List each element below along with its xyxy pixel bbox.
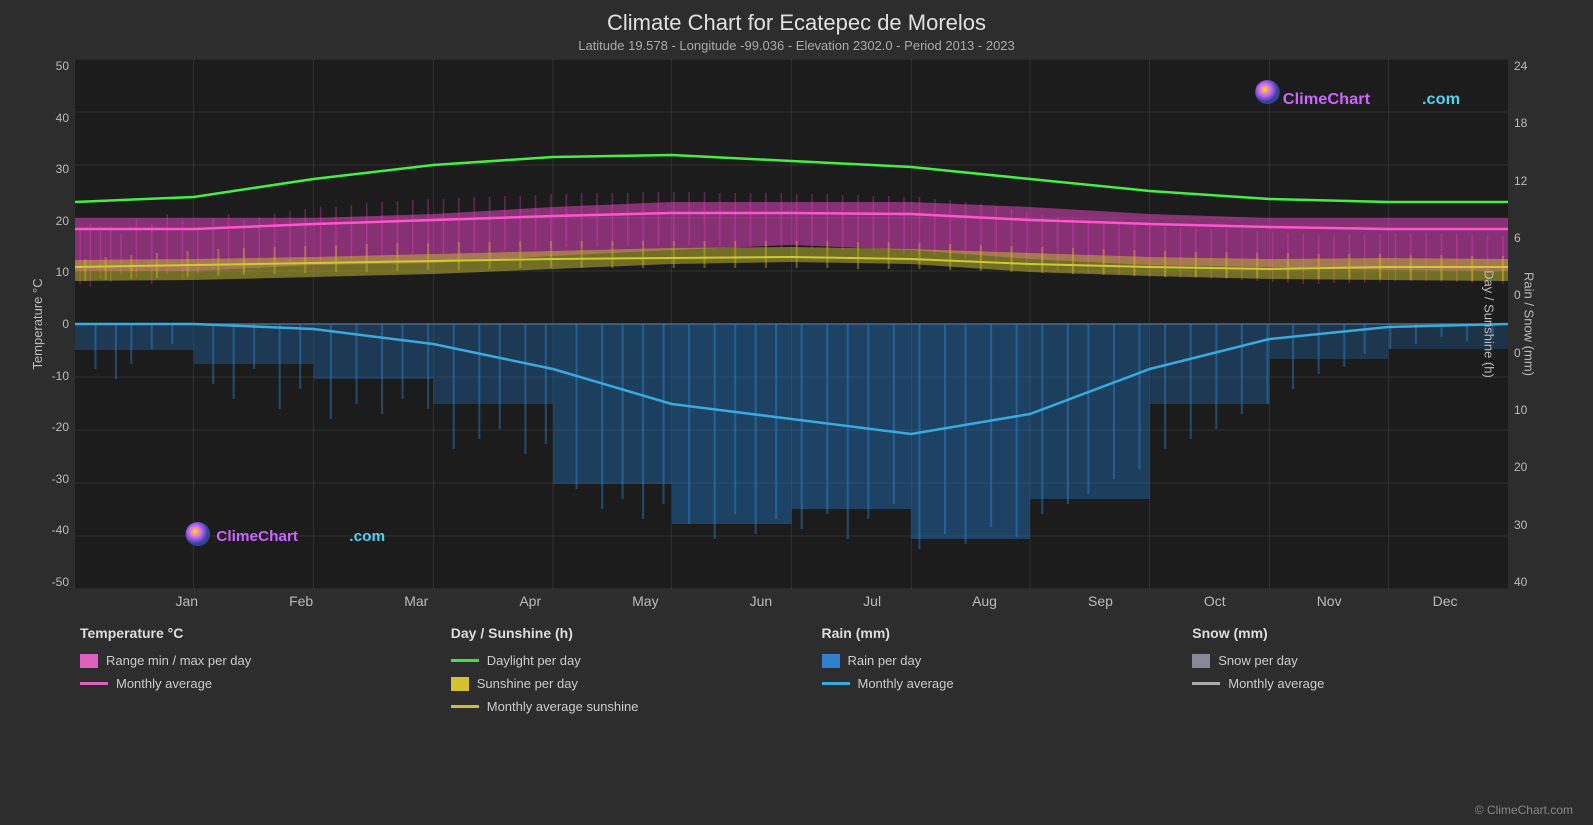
y-left-label-rotated: Temperature °C [30, 278, 45, 369]
chart-subtitle: Latitude 19.578 - Longitude -99.036 - El… [20, 38, 1573, 53]
sunshine-swatch [451, 677, 469, 691]
x-month-aug: Aug [972, 593, 997, 609]
legend-snow-title: Snow (mm) [1192, 625, 1563, 641]
legend-col-temperature: Temperature °C Range min / max per day M… [80, 625, 451, 714]
svg-text:.com: .com [1422, 90, 1460, 108]
snow-swatch [1192, 654, 1210, 668]
chart-title: Climate Chart for Ecatepec de Morelos [20, 10, 1573, 36]
chart-svg: ClimeChart .com [75, 59, 1508, 589]
daylight-line [451, 659, 479, 662]
legend-col-rain: Rain (mm) Rain per day Monthly average [822, 625, 1193, 714]
legend-area: Temperature °C Range min / max per day M… [20, 613, 1573, 718]
legend-sunshine-label: Sunshine per day [477, 676, 578, 691]
x-month-nov: Nov [1317, 593, 1342, 609]
legend-col-sunshine: Day / Sunshine (h) Daylight per day Suns… [451, 625, 822, 714]
x-month-jun: Jun [750, 593, 773, 609]
chart-area-wrapper: Temperature °C 50 40 30 20 10 0 -10 -20 … [20, 59, 1573, 589]
legend-rain-per-day: Rain per day [822, 653, 1193, 668]
legend-col-snow: Snow (mm) Snow per day Monthly average [1192, 625, 1563, 714]
svg-text:ClimeChart: ClimeChart [1283, 90, 1371, 108]
y-axis-right: Day / Sunshine (h) Rain / Snow (mm) 24 1… [1508, 59, 1573, 589]
legend-temp-title: Temperature °C [80, 625, 451, 641]
legend-sunshine-title: Day / Sunshine (h) [451, 625, 822, 641]
legend-snow-avg: Monthly average [1192, 676, 1563, 691]
x-month-jul: Jul [863, 593, 881, 609]
legend-temp-range-label: Range min / max per day [106, 653, 251, 668]
legend-rain-avg: Monthly average [822, 676, 1193, 691]
legend-daylight: Daylight per day [451, 653, 822, 668]
legend-temp-range: Range min / max per day [80, 653, 451, 668]
rain-avg-line [822, 682, 850, 685]
legend-temp-avg: Monthly average [80, 676, 451, 691]
legend-sunshine-avg-label: Monthly average sunshine [487, 699, 639, 714]
x-month-apr: Apr [519, 593, 541, 609]
legend-sunshine-avg: Monthly average sunshine [451, 699, 822, 714]
x-month-jan: Jan [176, 593, 199, 609]
y-axis-left: Temperature °C 50 40 30 20 10 0 -10 -20 … [20, 59, 75, 589]
legend-snow-label: Snow per day [1218, 653, 1298, 668]
legend-snow-per-day: Snow per day [1192, 653, 1563, 668]
legend-sunshine-per-day: Sunshine per day [451, 676, 822, 691]
chart-plot: ClimeChart .com [75, 59, 1508, 589]
rain-swatch [822, 654, 840, 668]
legend-daylight-label: Daylight per day [487, 653, 581, 668]
legend-snow-avg-label: Monthly average [1228, 676, 1324, 691]
legend-rain-title: Rain (mm) [822, 625, 1193, 641]
svg-text:.com: .com [349, 528, 385, 545]
temp-range-swatch [80, 654, 98, 668]
snow-avg-line [1192, 682, 1220, 685]
chart-container: Climate Chart for Ecatepec de Morelos La… [0, 0, 1593, 825]
legend-rain-label: Rain per day [848, 653, 922, 668]
x-axis: Jan Feb Mar Apr May Jun Jul Aug Sep Oct … [20, 589, 1573, 613]
temp-avg-line [80, 682, 108, 685]
legend-temp-avg-label: Monthly average [116, 676, 212, 691]
x-month-mar: Mar [404, 593, 428, 609]
sunshine-avg-line [451, 705, 479, 708]
x-month-may: May [632, 593, 658, 609]
svg-text:ClimeChart: ClimeChart [216, 528, 298, 545]
x-month-dec: Dec [1433, 593, 1458, 609]
legend-rain-avg-label: Monthly average [858, 676, 954, 691]
x-month-sep: Sep [1088, 593, 1113, 609]
x-month-oct: Oct [1204, 593, 1226, 609]
copyright: © ClimeChart.com [1475, 803, 1573, 817]
x-month-feb: Feb [289, 593, 313, 609]
